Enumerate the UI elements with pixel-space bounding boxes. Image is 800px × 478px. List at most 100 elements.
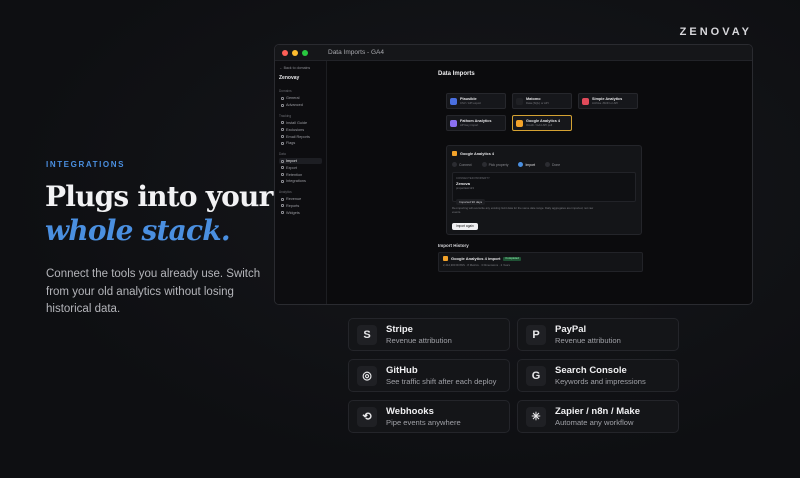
property-id: properties/123: [456, 186, 474, 190]
sidebar-item: Integrations: [279, 178, 322, 185]
sidebar-item: Flags: [279, 140, 322, 147]
hero-lede: Connect the tools you already use. Switc…: [46, 268, 261, 315]
window-title: Data Imports - GA4: [328, 49, 384, 56]
minimize-dot: [292, 49, 298, 56]
ga4-icon: [452, 151, 457, 156]
integration-desc: Revenue attribution: [386, 335, 452, 345]
source-card: Google Analytics 4 OAuth / GA4 API pull: [512, 115, 572, 131]
integration-card-webhooks[interactable]: ⟲ Webhooks Pipe events anywhere: [348, 400, 510, 433]
sidebar-item-icon: [281, 211, 284, 215]
import-step: Pick property: [481, 162, 508, 167]
ga4-panel-header: Google Analytics 4: [452, 151, 636, 156]
source-icon: [516, 119, 523, 127]
sidebar-item: Install Guide: [279, 120, 322, 127]
source-card: Fathom Analytics API key import: [446, 115, 506, 131]
sidebar-group-label: Tracking: [279, 113, 292, 118]
property-box: CONNECTED PROPERTY Zenova properties/123…: [452, 172, 636, 205]
integration-desc: Pipe events anywhere: [386, 417, 461, 427]
integration-card-stripe[interactable]: S Stripe Revenue attribution: [348, 318, 510, 351]
back-link: ← Back to domains: [279, 66, 311, 70]
sidebar-groups: Domains General Advanced Tracking Install Gu…: [279, 89, 322, 216]
ga4-icon: [443, 256, 448, 261]
integration-name: Zapier / n8n / Make: [555, 405, 640, 417]
sidebar-item-icon: [281, 197, 284, 201]
google-icon: G: [526, 365, 546, 386]
sidebar-item: Reports: [279, 203, 322, 210]
property-label: CONNECTED PROPERTY: [456, 176, 490, 180]
stripe-icon: S: [357, 324, 377, 345]
sidebar-item-icon: [281, 121, 284, 125]
history-row: Google Analytics 4 import Completed 2,412…: [438, 252, 643, 272]
sidebar-item-icon: [281, 166, 284, 170]
integration-card-github[interactable]: ◎ GitHub See traffic shift after each depl…: [348, 359, 510, 392]
integration-card-zapier-n8n-make[interactable]: ✳ Zapier / n8n / Make Automate any workflo…: [517, 400, 679, 433]
sidebar-item: Exclusions: [279, 126, 322, 133]
sidebar-item-icon: [281, 141, 284, 145]
integration-name: Webhooks: [386, 405, 434, 417]
ga4-panel: Google Analytics 4 Connect Pick property I…: [446, 145, 642, 235]
hero-headline: Plugs into your whole stack.: [45, 180, 285, 248]
sidebar-item: Export: [279, 164, 322, 171]
sidebar-item-icon: [281, 204, 284, 208]
sidebar-item: Advanced: [279, 102, 322, 109]
sidebar-item-icon: [281, 103, 284, 107]
webhook-icon: ⟲: [357, 406, 377, 427]
source-icon: [450, 119, 457, 127]
maximize-dot: [302, 49, 308, 56]
paypal-icon: P: [526, 324, 546, 345]
integration-name: GitHub: [386, 364, 418, 376]
headline-line-1: Plugs into your: [45, 180, 273, 213]
sidebar-item-icon: [281, 173, 284, 177]
range-pill: Imported 90 days: [456, 199, 486, 205]
close-dot: [282, 49, 288, 56]
source-icon: [582, 97, 589, 105]
zapier-icon: ✳: [526, 406, 546, 427]
sidebar-app-name: Zenovay: [279, 75, 300, 81]
github-icon: ◎: [357, 365, 377, 386]
window-titlebar: Data Imports - GA4: [275, 45, 752, 61]
app-sidebar: ← Back to domains Zenovay Domains General…: [275, 61, 327, 304]
integration-name: Stripe: [386, 323, 413, 335]
import-step: Connect: [452, 162, 472, 167]
app-window-screenshot: Data Imports - GA4 ← Back to domains Zen…: [274, 44, 753, 305]
sidebar-group-label: Analytics: [279, 189, 292, 194]
sidebar-group-label: Data: [279, 151, 286, 156]
import-steps: Connect Pick property Import Done: [452, 162, 636, 167]
page-title: Data Imports: [438, 71, 475, 77]
sidebar-group-label: Domains: [279, 89, 292, 93]
app-main: Data Imports Plausible CSV / API export Ma…: [328, 61, 752, 304]
status-badge: Completed: [503, 256, 521, 261]
integration-desc: Keywords and impressions: [555, 376, 646, 386]
source-icon: [516, 97, 523, 105]
import-note: Re-importing will overwrite any existing…: [452, 206, 594, 214]
sidebar-item-icon: [281, 96, 284, 100]
sidebar-item: Import: [279, 157, 322, 165]
sidebar-footer: [275, 296, 326, 304]
sidebar-item: General: [279, 95, 322, 102]
source-card: Plausible CSV / API export: [446, 93, 506, 109]
headline-line-2: whole stack.: [45, 214, 231, 247]
history-meta: 2,412,900 ROWS · 8 Metrics · 3 Dimension…: [443, 263, 510, 267]
brand-logo: ZENOVAY: [679, 26, 752, 38]
import-step: Done: [545, 162, 560, 167]
source-card: Simple Analytics Archive JSON or API: [578, 93, 638, 109]
source-icon: [450, 97, 457, 105]
sidebar-item: Email Reports: [279, 133, 322, 140]
sidebar-item-icon: [281, 159, 284, 163]
sidebar-item: Widgets: [279, 209, 322, 216]
sidebar-item-icon: [281, 179, 284, 183]
integration-card-search-console[interactable]: G Search Console Keywords and impressions: [517, 359, 679, 392]
integration-desc: See traffic shift after each deploy: [386, 376, 497, 386]
sidebar-item-icon: [281, 128, 284, 132]
integration-name: Search Console: [555, 364, 627, 376]
integration-name: PayPal: [555, 323, 587, 335]
source-card: Matomo Data (SQL) or API: [512, 93, 572, 109]
sidebar-item: Revenue: [279, 196, 322, 203]
import-again-button: Import again: [452, 222, 478, 230]
history-title: Import History: [438, 243, 469, 248]
section-eyebrow: INTEGRATIONS: [46, 160, 126, 169]
sidebar-item-icon: [281, 135, 284, 139]
integration-card-paypal[interactable]: P PayPal Revenue attribution: [517, 318, 679, 351]
integration-desc: Automate any workflow: [555, 417, 634, 427]
import-step: Import: [518, 162, 535, 167]
